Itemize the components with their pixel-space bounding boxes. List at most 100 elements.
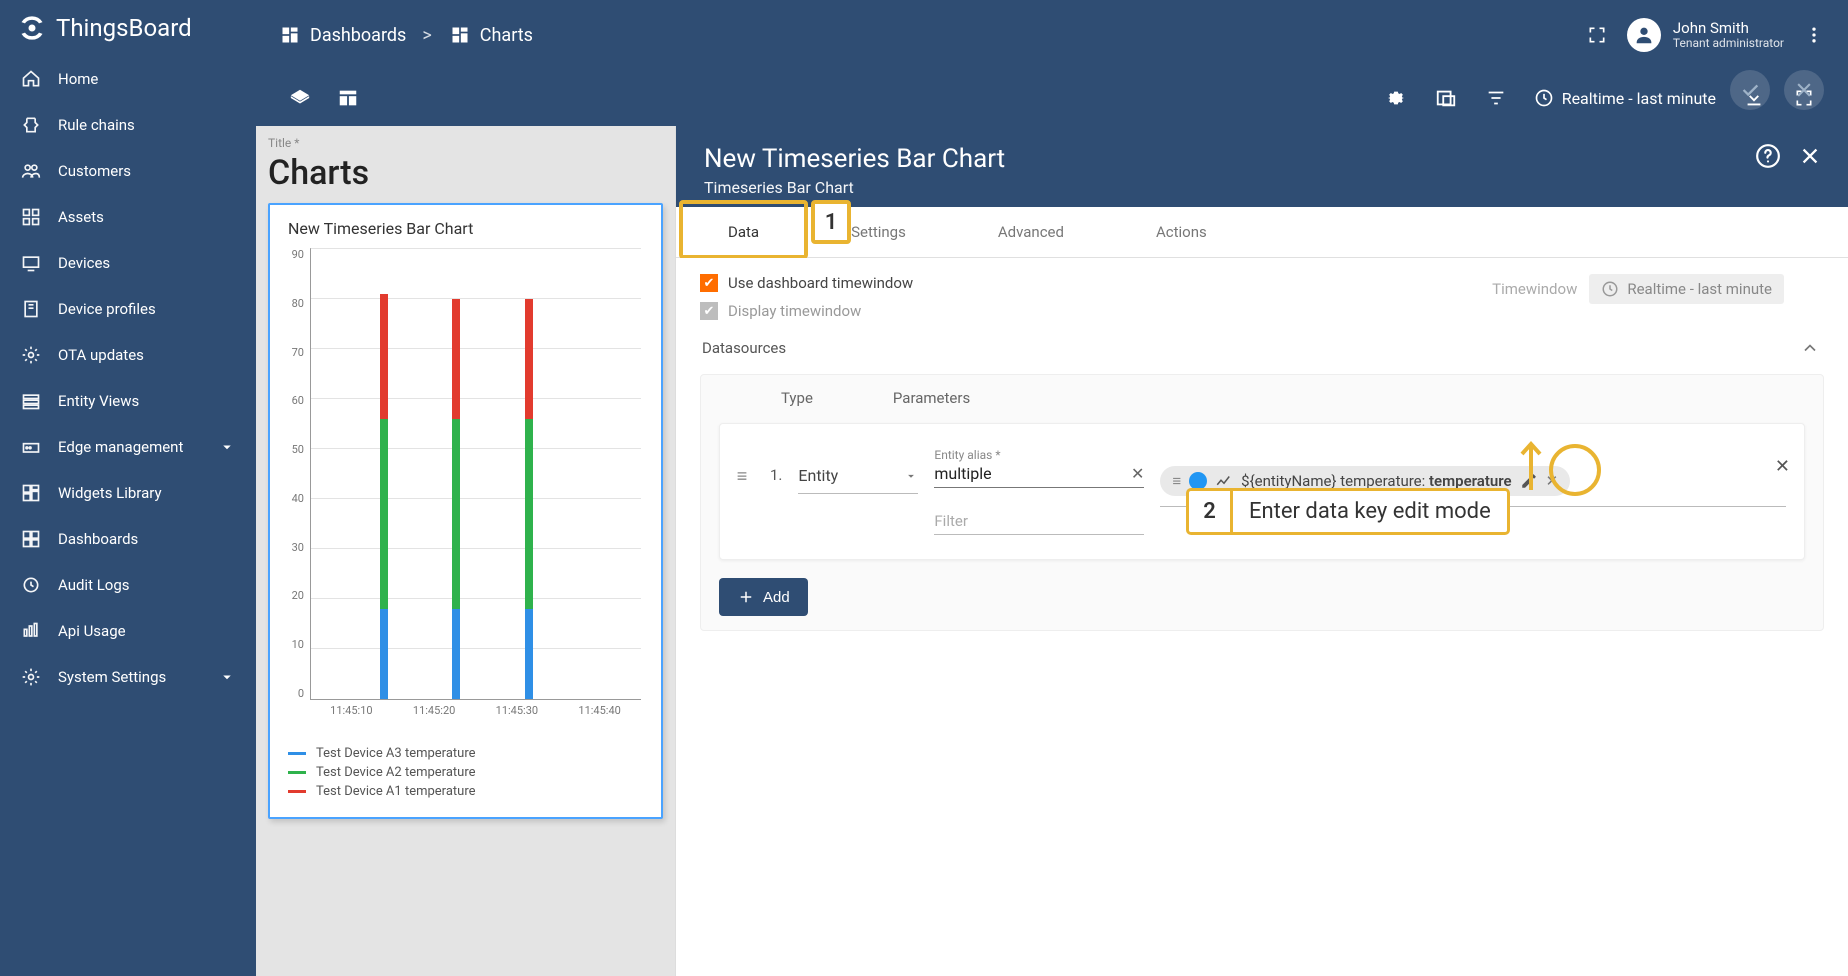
- tab-advanced[interactable]: Advanced: [952, 207, 1110, 257]
- sidebar-item-audit-logs[interactable]: Audit Logs: [0, 562, 256, 608]
- filter-icon[interactable]: [1484, 86, 1508, 110]
- add-datasource-button[interactable]: Add: [719, 578, 808, 616]
- chevron-up-icon[interactable]: [1798, 336, 1822, 360]
- type-select[interactable]: Entity: [798, 458, 918, 494]
- tab-settings[interactable]: Settings: [805, 207, 952, 257]
- sidebar-item-customers[interactable]: Customers: [0, 148, 256, 194]
- entity-aliases-icon[interactable]: [1434, 86, 1458, 110]
- sidebar-nav: Home Rule chains Customers Assets Devices Dev…: [0, 56, 256, 976]
- sidebar-item-home[interactable]: Home: [0, 56, 256, 102]
- timewindow-label: Timewindow: [1492, 280, 1577, 298]
- x-tick: 11:45:20: [413, 704, 455, 728]
- dashboard-title[interactable]: Charts: [268, 153, 663, 193]
- legend-label: Test Device A1 temperature: [316, 784, 476, 799]
- callout-2: 2 Enter data key edit mode: [1186, 488, 1510, 535]
- sidebar-item-widgets-library[interactable]: Widgets Library: [0, 470, 256, 516]
- fullscreen-icon[interactable]: [1585, 23, 1609, 47]
- help-icon[interactable]: [1754, 142, 1782, 170]
- view-icon: [20, 390, 42, 412]
- sidebar-item-label: Devices: [58, 254, 110, 272]
- sidebar-item-edge-management[interactable]: Edge management: [0, 424, 256, 470]
- sidebar-item-rule-chains[interactable]: Rule chains: [0, 102, 256, 148]
- callout-text: Enter data key edit mode: [1233, 491, 1507, 532]
- kebab-icon[interactable]: [1802, 23, 1826, 47]
- sidebar-item-label: Home: [58, 70, 98, 88]
- tab-actions[interactable]: Actions: [1110, 207, 1253, 257]
- sidebar: ThingsBoard HomeRule chainsCustomersAsse…: [0, 0, 256, 976]
- sidebar-item-ota-updates[interactable]: OTA updates: [0, 332, 256, 378]
- section-title: Datasources: [702, 339, 786, 357]
- callout-arrow: [1514, 438, 1548, 488]
- bar-segment: [380, 419, 388, 609]
- layers-icon[interactable]: [288, 86, 312, 110]
- user-menu[interactable]: John Smith Tenant administrator: [1627, 18, 1784, 52]
- breadcrumb-current[interactable]: Charts: [448, 23, 533, 47]
- chart-plot: [310, 248, 641, 700]
- breadcrumb: Dashboards > Charts: [278, 23, 533, 47]
- widget-preview[interactable]: New Timeseries Bar Chart 908070605040302…: [268, 203, 663, 819]
- dashboard-icon: [448, 23, 472, 47]
- dash-icon: [20, 528, 42, 550]
- chart-surface: 9080706050403020100 11:45:1011:45:2011:4…: [280, 248, 651, 728]
- sidebar-item-devices[interactable]: Devices: [0, 240, 256, 286]
- gear-icon[interactable]: [1384, 86, 1408, 110]
- audit-icon: [20, 574, 42, 596]
- sidebar-item-label: Assets: [58, 208, 104, 226]
- editor-body: ✔ Use dashboard timewindow Timewindow Re…: [676, 258, 1848, 976]
- drag-handle-icon[interactable]: ≡: [1172, 472, 1181, 490]
- add-button-label: Add: [763, 589, 790, 606]
- timewindow-pill-label: Realtime - last minute: [1627, 280, 1772, 298]
- cancel-button[interactable]: [1784, 70, 1824, 110]
- bar-segment: [525, 299, 533, 419]
- widget-title: New Timeseries Bar Chart: [288, 219, 651, 238]
- remove-datasource-icon[interactable]: ✕: [1775, 456, 1790, 477]
- breadcrumb-sep: >: [422, 25, 431, 46]
- field-label: Entity alias *: [934, 448, 1144, 462]
- sidebar-item-api-usage[interactable]: Api Usage: [0, 608, 256, 654]
- legend-item: Test Device A3 temperature: [288, 746, 651, 761]
- x-axis: 11:45:1011:45:2011:45:3011:45:40: [310, 704, 641, 728]
- drag-handle-icon[interactable]: ≡: [730, 444, 754, 487]
- sidebar-item-system-settings[interactable]: System Settings: [0, 654, 256, 700]
- main: Dashboards > Charts John Smith Tenant ad…: [256, 0, 1848, 976]
- field-placeholder: Filter: [934, 512, 968, 530]
- bar-segment: [452, 299, 460, 419]
- tab-data[interactable]: Data1: [682, 207, 805, 257]
- breadcrumb-root[interactable]: Dashboards: [278, 23, 406, 47]
- sidebar-item-label: Customers: [58, 162, 131, 180]
- clear-icon[interactable]: ✕: [1131, 464, 1144, 483]
- checkbox-checked-icon: ✔: [700, 274, 718, 292]
- avatar-icon: [1627, 18, 1661, 52]
- people-icon: [20, 160, 42, 182]
- col-type: Type: [781, 389, 813, 407]
- grid-icon[interactable]: [336, 86, 360, 110]
- legend-label: Test Device A2 temperature: [316, 765, 476, 780]
- close-icon[interactable]: [1796, 142, 1824, 170]
- type-select-value: Entity: [798, 466, 838, 485]
- legend-swatch: [288, 790, 306, 793]
- breadcrumb-current-label: Charts: [480, 25, 533, 46]
- entity-alias-field[interactable]: Entity alias * multiple ✕: [934, 444, 1144, 488]
- sidebar-item-dashboards[interactable]: Dashboards: [0, 516, 256, 562]
- api-icon: [20, 620, 42, 642]
- breadcrumb-root-label: Dashboards: [310, 25, 406, 46]
- checkbox-label: Display timewindow: [728, 302, 861, 320]
- legend-item: Test Device A2 temperature: [288, 765, 651, 780]
- legend-item: Test Device A1 temperature: [288, 784, 651, 799]
- chevron-down-icon: [904, 469, 918, 483]
- profile-icon: [20, 298, 42, 320]
- sidebar-item-label: Device profiles: [58, 300, 156, 318]
- widgets-icon: [20, 482, 42, 504]
- dashboard-toolbar: Realtime - last minute: [256, 70, 1848, 126]
- grid-icon: [20, 206, 42, 228]
- sidebar-item-entity-views[interactable]: Entity Views: [0, 378, 256, 424]
- filter-field[interactable]: Filter: [934, 502, 1144, 535]
- chart-legend: Test Device A3 temperature Test Device A2…: [288, 746, 651, 799]
- apply-button[interactable]: [1730, 70, 1770, 110]
- sidebar-item-assets[interactable]: Assets: [0, 194, 256, 240]
- content: Title * Charts New Timeseries Bar Chart …: [256, 126, 1848, 976]
- sidebar-item-device-profiles[interactable]: Device profiles: [0, 286, 256, 332]
- legend-swatch: [288, 752, 306, 755]
- timewindow-button[interactable]: Realtime - last minute: [1534, 88, 1716, 108]
- callout-1-border: [679, 200, 808, 259]
